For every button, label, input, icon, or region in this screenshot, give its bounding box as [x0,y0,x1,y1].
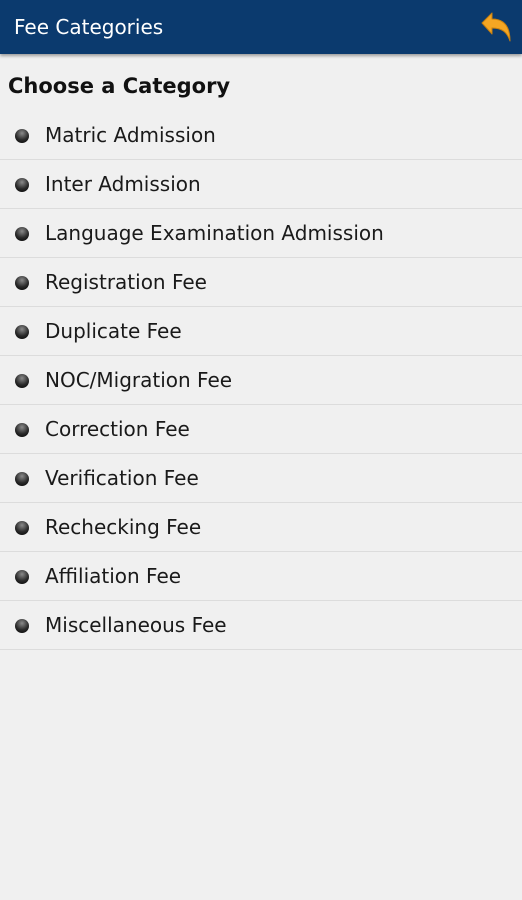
bullet-icon [15,472,29,486]
bullet-icon [15,178,29,192]
list-item[interactable]: Miscellaneous Fee [0,601,522,650]
content-area: Choose a Category Matric Admission Inter… [0,56,522,900]
back-button[interactable] [476,7,516,47]
section-heading: Choose a Category [8,74,231,98]
list-item-label: NOC/Migration Fee [45,368,233,392]
list-item-label: Miscellaneous Fee [45,613,227,637]
list-item-label: Inter Admission [45,172,201,196]
back-arrow-icon [481,12,511,42]
list-item-label: Rechecking Fee [45,515,202,539]
category-list: Matric Admission Inter Admission Languag… [0,111,522,650]
bullet-icon [15,570,29,584]
list-item[interactable]: Verification Fee [0,454,522,503]
list-item[interactable]: NOC/Migration Fee [0,356,522,405]
bullet-icon [15,619,29,633]
page-title: Fee Categories [14,15,164,39]
bullet-icon [15,374,29,388]
list-item[interactable]: Matric Admission [0,111,522,160]
list-item-label: Duplicate Fee [45,319,182,343]
bullet-icon [15,423,29,437]
app-bar: Fee Categories [0,0,522,54]
bullet-icon [15,129,29,143]
list-item-label: Verification Fee [45,466,199,490]
list-item-label: Correction Fee [45,417,190,441]
list-item-label: Matric Admission [45,123,216,147]
list-item[interactable]: Affiliation Fee [0,552,522,601]
list-item-label: Registration Fee [45,270,207,294]
bullet-icon [15,521,29,535]
list-item[interactable]: Correction Fee [0,405,522,454]
list-item[interactable]: Rechecking Fee [0,503,522,552]
bullet-icon [15,276,29,290]
list-item-label: Affiliation Fee [45,564,182,588]
list-item[interactable]: Inter Admission [0,160,522,209]
list-item-label: Language Examination Admission [45,221,384,245]
list-item[interactable]: Language Examination Admission [0,209,522,258]
list-item[interactable]: Duplicate Fee [0,307,522,356]
bullet-icon [15,227,29,241]
bullet-icon [15,325,29,339]
list-item[interactable]: Registration Fee [0,258,522,307]
